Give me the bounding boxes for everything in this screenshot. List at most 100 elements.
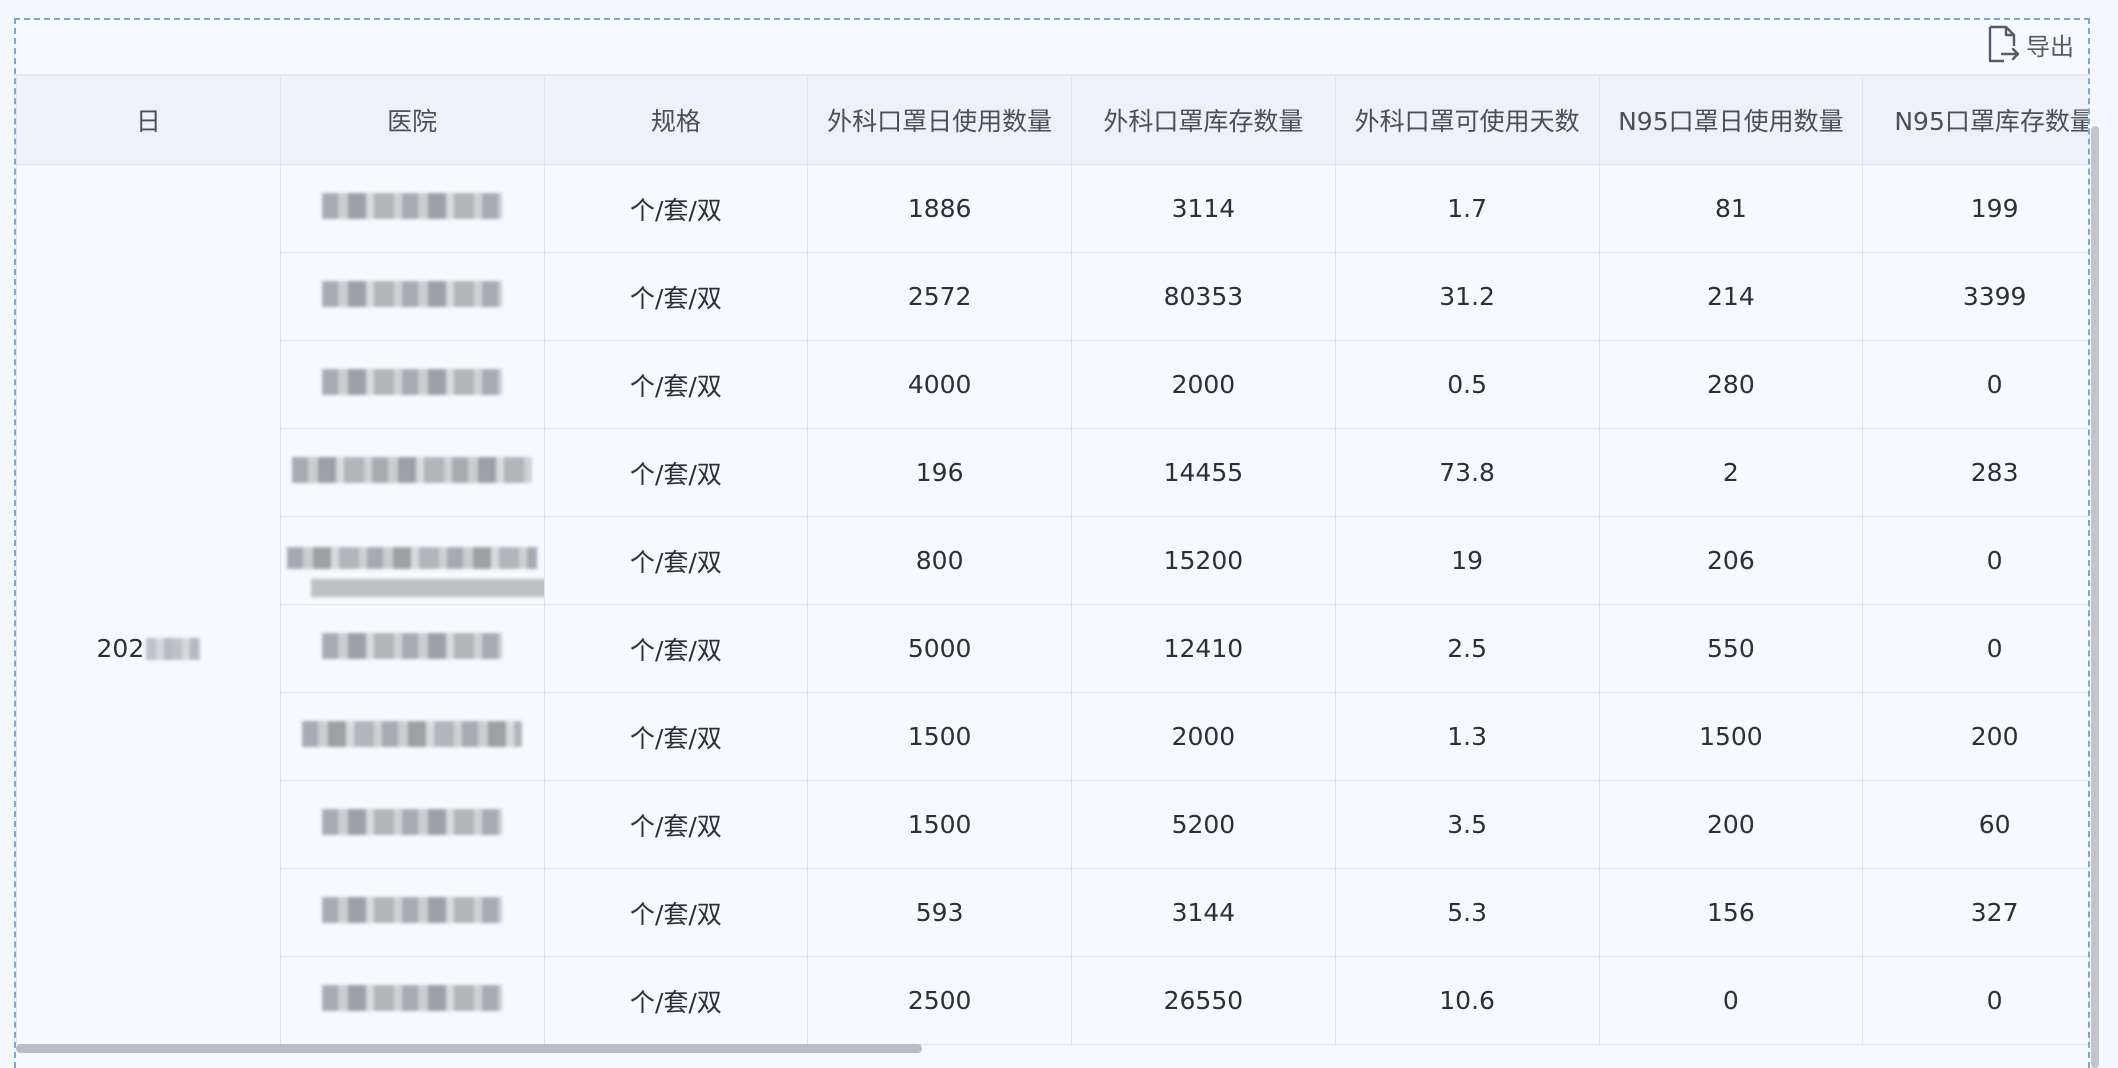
- table-toolbar: 导出: [16, 20, 2088, 75]
- vertical-scrollbar-thumb[interactable]: [2091, 126, 2099, 1068]
- surgical-days-cell: 3.5: [1334, 780, 1600, 869]
- surgical-stock-cell: 14455: [1071, 428, 1336, 517]
- surgical-days-cell: 73.8: [1334, 428, 1600, 517]
- table-header-row: 日 医院 规格 外科口罩日使用数量 外科口罩库存数量 外科口罩可使用天数 N95…: [16, 75, 2088, 165]
- n95-stock-cell: 200: [1862, 692, 2088, 781]
- hospital-cell: [279, 956, 545, 1045]
- surgical-stock-cell: 12410: [1071, 604, 1336, 693]
- n95-daily-use-cell: 0: [1598, 956, 1864, 1045]
- surgical-daily-use-cell: 4000: [807, 340, 1072, 429]
- redacted-date-suffix: [146, 637, 201, 660]
- date-prefix: 202: [96, 634, 145, 663]
- date-value: 202: [97, 634, 201, 663]
- surgical-days-cell: 31.2: [1334, 252, 1600, 341]
- spec-cell: 个/套/双: [543, 516, 809, 605]
- table-row[interactable]: 个/套/双 1500 2000 1.3 1500 200: [17, 692, 2088, 781]
- surgical-daily-use-cell: 1500: [807, 780, 1072, 869]
- surgical-daily-use-cell: 593: [807, 868, 1072, 957]
- hospital-cell: [279, 868, 545, 957]
- export-label: 导出: [2026, 32, 2074, 61]
- header-surgical-stock[interactable]: 外科口罩库存数量: [1071, 75, 1336, 165]
- spec-cell: 个/套/双: [543, 604, 809, 693]
- header-spec[interactable]: 规格: [543, 75, 809, 165]
- spec-cell: 个/套/双: [543, 428, 809, 517]
- surgical-daily-use-cell: 2572: [807, 252, 1072, 341]
- app-root: 导出 日 医院 规格 外科口罩日使用数量 外科口罩库存数量 外科口罩可使用天数 …: [0, 0, 2118, 1068]
- n95-daily-use-cell: 81: [1598, 164, 1864, 253]
- redacted-hospital-name: [322, 192, 503, 219]
- spec-cell: 个/套/双: [543, 164, 809, 253]
- surgical-stock-cell: 2000: [1071, 340, 1336, 429]
- n95-daily-use-cell: 280: [1598, 340, 1864, 429]
- spec-cell: 个/套/双: [543, 252, 809, 341]
- redacted-hospital-name: [302, 720, 523, 747]
- table-row[interactable]: 个/套/双 593 3144 5.3 156 327: [17, 868, 2088, 957]
- table-row[interactable]: 202 个/套/双 1886 3114 1.7 81 199: [16, 164, 2088, 1045]
- surgical-daily-use-cell: 800: [807, 516, 1072, 605]
- surgical-days-cell: 2.5: [1334, 604, 1600, 693]
- redacted-hospital-name: [322, 896, 503, 923]
- n95-stock-cell: 3399: [1862, 252, 2088, 341]
- header-n95-daily-use[interactable]: N95口罩日使用数量: [1598, 75, 1864, 165]
- surgical-days-cell: 5.3: [1334, 868, 1600, 957]
- n95-daily-use-cell: 206: [1598, 516, 1864, 605]
- data-table-viewport[interactable]: 日 医院 规格 外科口罩日使用数量 外科口罩库存数量 外科口罩可使用天数 N95…: [16, 75, 2088, 1045]
- surgical-days-cell: 10.6: [1334, 956, 1600, 1045]
- hospital-cell: [279, 428, 545, 517]
- spec-cell: 个/套/双: [543, 692, 809, 781]
- date-cell: 202: [16, 164, 281, 1045]
- n95-daily-use-cell: 1500: [1598, 692, 1864, 781]
- header-surgical-days[interactable]: 外科口罩可使用天数: [1334, 75, 1600, 165]
- surgical-daily-use-cell: 196: [807, 428, 1072, 517]
- table-row[interactable]: 个/套/双 196 14455 73.8 2 283: [17, 428, 2088, 517]
- export-button[interactable]: 导出: [1982, 22, 2074, 66]
- table-row[interactable]: 个/套/双 1500 5200 3.5 200 60: [17, 780, 2088, 869]
- n95-daily-use-cell: 550: [1598, 604, 1864, 693]
- n95-stock-cell: 327: [1862, 868, 2088, 957]
- table-row[interactable]: 个/套/双 2572 80353 31.2 214 3399: [17, 252, 2088, 341]
- surgical-stock-cell: 5200: [1071, 780, 1336, 869]
- surgical-days-cell: 1.3: [1334, 692, 1600, 781]
- n95-stock-cell: 0: [1862, 340, 2088, 429]
- n95-stock-cell: 199: [1862, 164, 2088, 253]
- table-row[interactable]: 个/套/双 4000 2000 0.5 280 0: [17, 340, 2088, 429]
- n95-daily-use-cell: 156: [1598, 868, 1864, 957]
- surgical-daily-use-cell: 1500: [807, 692, 1072, 781]
- surgical-days-cell: 0.5: [1334, 340, 1600, 429]
- horizontal-scrollbar-thumb[interactable]: [16, 1044, 922, 1053]
- redacted-hospital-name: [322, 808, 503, 835]
- n95-stock-cell: 0: [1862, 956, 2088, 1045]
- hospital-cell: [279, 164, 545, 253]
- surgical-stock-cell: 26550: [1071, 956, 1336, 1045]
- header-date[interactable]: 日: [16, 75, 281, 165]
- n95-stock-cell: 283: [1862, 428, 2088, 517]
- n95-stock-cell: 0: [1862, 604, 2088, 693]
- hospital-cell: [279, 604, 545, 693]
- spec-cell: 个/套/双: [543, 780, 809, 869]
- spec-cell: 个/套/双: [543, 340, 809, 429]
- n95-daily-use-cell: 200: [1598, 780, 1864, 869]
- table-row[interactable]: 个/套/双 2500 26550 10.6 0 0: [17, 956, 2088, 1045]
- table-body: 202 个/套/双 1886 3114 1.7 81 199 个/套/双 2572 80353 31…: [16, 164, 2088, 1045]
- hospital-cell: [279, 516, 545, 605]
- redacted-hospital-name: [287, 547, 538, 569]
- header-surgical-daily-use[interactable]: 外科口罩日使用数量: [807, 75, 1072, 165]
- header-n95-stock[interactable]: N95口罩库存数量: [1862, 75, 2088, 165]
- n95-daily-use-cell: 2: [1598, 428, 1864, 517]
- table-row[interactable]: 个/套/双 800 15200 19 206 0: [17, 516, 2088, 605]
- surgical-daily-use-cell: 1886: [807, 164, 1072, 253]
- hospital-cell: [279, 340, 545, 429]
- table-row[interactable]: 个/套/双 5000 12410 2.5 550 0: [17, 604, 2088, 693]
- redacted-hospital-name: [292, 456, 533, 483]
- spec-cell: 个/套/双: [543, 956, 809, 1045]
- surgical-daily-use-cell: 2500: [807, 956, 1072, 1045]
- redacted-hospital-name: [322, 632, 503, 659]
- surgical-stock-cell: 15200: [1071, 516, 1336, 605]
- n95-stock-cell: 0: [1862, 516, 2088, 605]
- mask-inventory-table: 日 医院 规格 外科口罩日使用数量 外科口罩库存数量 外科口罩可使用天数 N95…: [16, 75, 2088, 1045]
- header-hospital[interactable]: 医院: [279, 75, 545, 165]
- n95-stock-cell: 60: [1862, 780, 2088, 869]
- surgical-daily-use-cell: 5000: [807, 604, 1072, 693]
- redacted-hospital-name: [322, 368, 503, 395]
- surgical-stock-cell: 80353: [1071, 252, 1336, 341]
